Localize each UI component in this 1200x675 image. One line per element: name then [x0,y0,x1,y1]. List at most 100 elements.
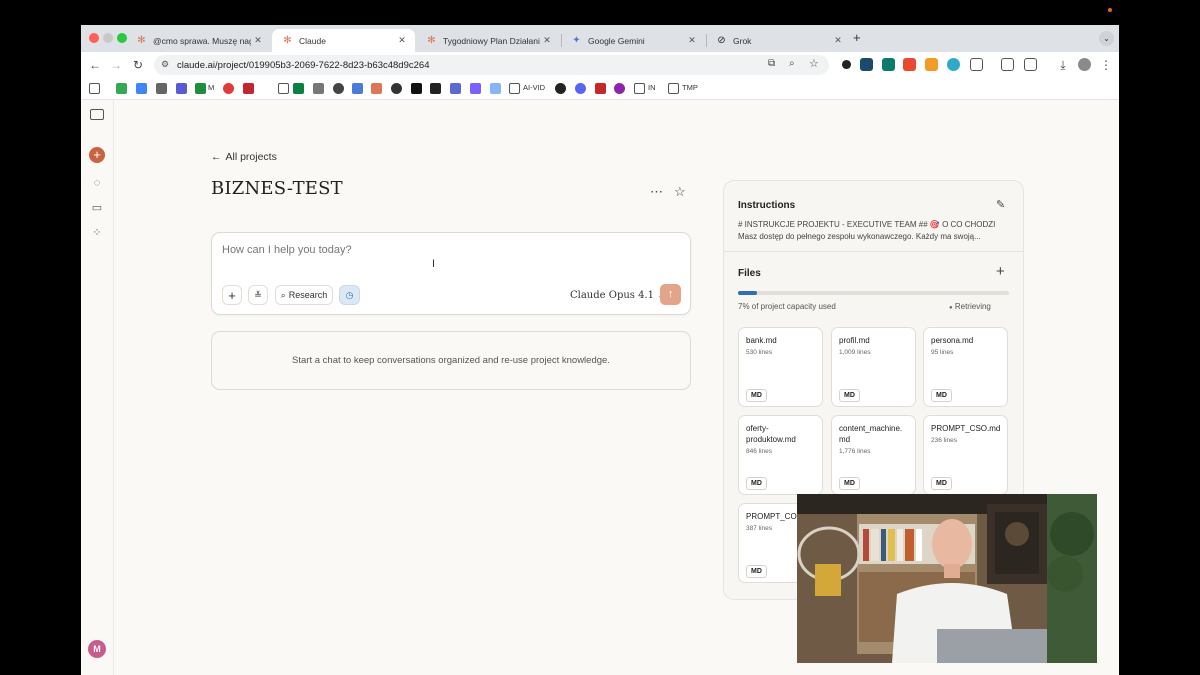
apps-grid-icon[interactable] [89,83,100,94]
bookmark-folder-in[interactable]: IN [648,83,656,92]
tab-search-chevron-icon[interactable]: ⌄ [1099,31,1114,46]
projects-icon[interactable]: ▭ [90,201,104,215]
extended-thinking-icon[interactable]: ◷ [339,285,360,305]
folder-icon[interactable] [278,83,289,94]
send-button[interactable]: ↑ [660,284,681,305]
red-bookmark-icon[interactable] [223,83,234,94]
artifacts-icon[interactable]: ⁘ [90,226,104,240]
browser-tab[interactable]: ✦ Google Gemini ✕ [561,29,705,52]
reading-list-icon[interactable] [1001,58,1014,71]
calendar-icon[interactable] [136,83,147,94]
bookmark-folder-ai-vid[interactable]: AI-VID [523,83,545,92]
sheets-icon[interactable] [293,83,304,94]
new-tab-button[interactable]: + [853,30,861,45]
file-type-badge: MD [746,565,767,578]
blue-bookmark-icon[interactable] [450,83,461,94]
zoom-icon[interactable]: ⌕ [789,58,795,69]
z-bookmark-icon[interactable] [430,83,441,94]
toolbar: ← → ↻ ⚙ claude.ai/project/019905b3-2069-… [81,52,1119,77]
site-settings-icon[interactable]: ⚙ [161,59,169,70]
address-bar[interactable]: ⚙ claude.ai/project/019905b3-2069-7622-8… [154,55,829,75]
back-arrow-icon[interactable]: ← [87,57,103,73]
purple-bookmark-icon[interactable] [470,83,481,94]
pen-extension-icon[interactable] [841,59,852,70]
sk-bookmark-icon[interactable] [595,83,606,94]
close-tab-icon[interactable]: ✕ [395,35,409,46]
shield-bookmark-icon[interactable] [490,83,501,94]
file-type-badge: MD [746,389,767,402]
chat-composer[interactable]: How can I help you today? I + ≚ ⌕ Resear… [211,232,691,315]
discord-icon[interactable] [575,83,586,94]
vidiq-extension-icon[interactable] [860,58,873,71]
dark-bookmark-icon[interactable] [555,83,566,94]
file-card[interactable]: oferty- produktow.md 846 lines MD [738,415,823,495]
add-file-icon[interactable]: + [996,263,1005,280]
gemini-bookmark-icon[interactable] [352,83,363,94]
folder-icon[interactable] [634,83,645,94]
openai-icon[interactable] [333,83,344,94]
browser-tab-active[interactable]: ✻ Claude ✕ [272,29,415,52]
forward-arrow-icon[interactable]: → [108,57,124,73]
file-card[interactable]: content_machine. md 1,776 lines MD [831,415,916,495]
lock-bookmark-icon[interactable] [156,83,167,94]
close-tab-icon[interactable]: ✕ [540,35,554,46]
close-tab-icon[interactable]: ✕ [251,35,265,46]
folder-icon[interactable] [509,83,520,94]
car-bookmark-icon[interactable] [243,83,254,94]
file-lines: 1,776 lines [839,448,871,455]
bookmark-star-icon[interactable]: ☆ [809,57,819,70]
x-bookmark-icon[interactable] [176,83,187,94]
puzzle-extension-icon[interactable] [970,58,983,71]
close-tab-icon[interactable]: ✕ [685,35,699,46]
bookmark-m[interactable]: M [208,83,214,92]
file-lines: 95 lines [931,349,954,356]
browser-tab[interactable]: ✻ @cmo sprawa. Muszę nagrać ✕ [126,29,271,52]
minimize-window-button[interactable] [103,33,113,43]
profile-avatar[interactable] [1078,58,1091,71]
clip-bookmark-icon[interactable] [313,83,324,94]
model-selector[interactable]: Claude Opus 4.1 ⌄ [570,290,664,301]
retrieving-status: ● Retrieving [949,302,991,311]
more-options-icon[interactable]: ⋯ [650,184,663,200]
user-avatar[interactable]: M [88,640,106,658]
plus-bookmark-icon[interactable] [195,83,206,94]
install-app-icon[interactable]: ⧉ [768,58,775,69]
close-window-button[interactable] [89,33,99,43]
file-card[interactable]: profil.md 1,009 lines MD [831,327,916,407]
edit-pencil-icon[interactable]: ✎ [996,198,1005,211]
grok-bookmark-icon[interactable] [391,83,402,94]
orange-extension-icon[interactable] [925,58,938,71]
star-icon[interactable]: ☆ [674,184,686,200]
drive-icon[interactable] [116,83,127,94]
reload-icon[interactable]: ↻ [130,57,146,73]
close-tab-icon[interactable]: ✕ [831,35,845,46]
k-bookmark-icon[interactable] [411,83,422,94]
chats-icon[interactable]: ◌ [90,176,104,190]
tools-icon[interactable]: ≚ [248,285,268,305]
file-card[interactable]: PROMPT_CSO.md 236 lines MD [923,415,1008,495]
composer-placeholder[interactable]: How can I help you today? [222,244,352,256]
teal-extension-icon[interactable] [947,58,960,71]
claude-icon: ✻ [137,35,146,46]
folder-icon[interactable] [668,83,679,94]
d-extension-icon[interactable] [882,58,895,71]
bookmark-folder-tmp[interactable]: TMP [682,83,698,92]
claude-bookmark-icon[interactable] [371,83,382,94]
download-icon[interactable]: ⤓ [1055,57,1071,73]
cloud-bookmark-icon[interactable] [614,83,625,94]
add-attachment-button[interactable]: + [222,285,242,305]
file-card[interactable]: bank.md 530 lines MD [738,327,823,407]
back-arrow-icon: ← [211,151,222,163]
sidebar-toggle-icon[interactable] [90,109,104,120]
file-card[interactable]: persona.md 95 lines MD [923,327,1008,407]
browser-tab[interactable]: ✻ Tygodniowy Plan Działania - C ✕ [416,29,560,52]
claude-icon: ✻ [283,35,292,46]
new-chat-icon[interactable]: + [89,147,105,163]
menu-kebab-icon[interactable]: ⋮ [1098,57,1114,73]
metamask-extension-icon[interactable] [903,58,916,71]
research-button[interactable]: ⌕ Research [275,285,333,305]
trash-icon[interactable] [1024,58,1037,71]
browser-tab[interactable]: ⊘ Grok ✕ [706,29,851,52]
instructions-preview[interactable]: # INSTRUKCJE PROJEKTU - EXECUTIVE TEAM #… [738,219,1012,242]
all-projects-link[interactable]: ← All projects [211,151,277,163]
